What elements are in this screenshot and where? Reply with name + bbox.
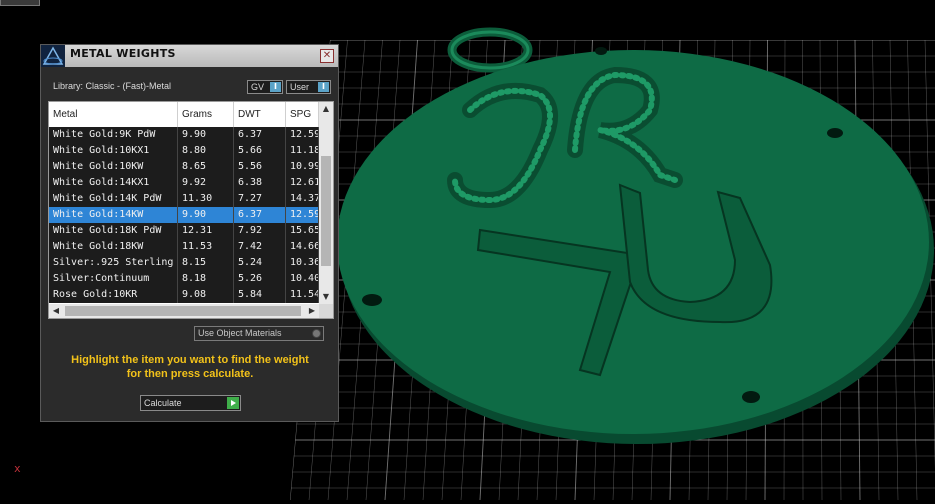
user-toggle-indicator-icon: I [318, 82, 329, 92]
metal-cell: White Gold:10KX1 [49, 143, 178, 159]
play-arrow-icon [227, 397, 239, 409]
instructions-text: Highlight the item you want to find the … [51, 353, 329, 381]
column-header-dwt[interactable]: DWT [234, 102, 286, 127]
use-object-materials-label: Use Object Materials [198, 328, 282, 338]
spg-cell: 10.36 [286, 255, 319, 271]
use-object-materials-toggle[interactable]: Use Object Materials [194, 326, 324, 341]
dwt-cell: 7.92 [234, 223, 286, 239]
grams-cell: 8.18 [178, 271, 234, 287]
table-row[interactable]: Rose Gold:10KR 9.08 5.84 11.54 [49, 287, 319, 303]
grams-cell: 8.65 [178, 159, 234, 175]
instructions-line-1: Highlight the item you want to find the … [71, 354, 309, 366]
metal-weights-panel: METAL WEIGHTS ✕ Library: Classic - (Fast… [40, 44, 339, 422]
metal-cell: White Gold:10KW [49, 159, 178, 175]
scroll-down-icon[interactable]: ▼ [319, 290, 333, 304]
table-row[interactable]: Silver:.925 Sterling 8.15 5.24 10.36 [49, 255, 319, 271]
vertical-scrollbar[interactable]: ▲ ▼ [319, 102, 333, 304]
metal-cell: White Gold:18KW [49, 239, 178, 255]
spg-cell: 12.59 [286, 127, 319, 143]
dwt-cell: 5.24 [234, 255, 286, 271]
dwt-cell: 5.26 [234, 271, 286, 287]
metal-cell: White Gold:14KW [49, 207, 178, 223]
grams-cell: 9.90 [178, 207, 234, 223]
scroll-right-icon[interactable]: ▶ [305, 304, 319, 318]
grams-cell: 8.80 [178, 143, 234, 159]
panel-title: METAL WEIGHTS [70, 47, 176, 60]
metal-cell: White Gold:14KX1 [49, 175, 178, 191]
grams-cell: 9.90 [178, 127, 234, 143]
column-header-metal[interactable]: Metal [49, 102, 178, 127]
calculate-label: Calculate [144, 398, 182, 408]
dwt-cell: 6.38 [234, 175, 286, 191]
table-body: White Gold:9K PdW 9.90 6.37 12.59 White Gold… [49, 127, 319, 303]
instructions-line-2: for then press calculate. [126, 368, 254, 380]
grams-cell: 9.92 [178, 175, 234, 191]
metal-table[interactable]: Metal Grams DWT SPG White Gold:9K PdW 9.9… [48, 101, 334, 319]
grams-cell: 12.31 [178, 223, 234, 239]
spg-cell: 10.99 [286, 159, 319, 175]
metal-cell: White Gold:14K PdW [49, 191, 178, 207]
spg-cell: 11.54 [286, 287, 319, 303]
metal-cell: Silver:.925 Sterling [49, 255, 178, 271]
toggle-dot-icon [312, 329, 321, 338]
table-row[interactable]: White Gold:10KW 8.65 5.56 10.99 [49, 159, 319, 175]
grams-cell: 11.53 [178, 239, 234, 255]
grams-cell: 9.08 [178, 287, 234, 303]
spg-cell: 11.18 [286, 143, 319, 159]
scrollbar-corner [319, 304, 333, 318]
pendant-model[interactable] [337, 27, 934, 444]
table-row[interactable]: White Gold:9K PdW 9.90 6.37 12.59 [49, 127, 319, 143]
grams-cell: 8.15 [178, 255, 234, 271]
gv-toggle-indicator-icon: I [270, 82, 281, 92]
library-label: Library: Classic - (Fast)-Metal [53, 81, 172, 91]
dwt-cell: 5.56 [234, 159, 286, 175]
dwt-cell: 6.37 [234, 207, 286, 223]
gv-toggle[interactable]: GV I [247, 80, 283, 94]
metal-cell: White Gold:9K PdW [49, 127, 178, 143]
grams-cell: 11.30 [178, 191, 234, 207]
scroll-left-icon[interactable]: ◀ [49, 304, 63, 318]
scroll-thumb[interactable] [321, 156, 331, 266]
table-header: Metal Grams DWT SPG [49, 102, 319, 127]
metal-cell: Silver:Continuum [49, 271, 178, 287]
spg-cell: 12.59 [286, 207, 319, 223]
dwt-cell: 5.66 [234, 143, 286, 159]
dwt-cell: 7.42 [234, 239, 286, 255]
axis-indicator: x [14, 462, 21, 475]
column-header-spg[interactable]: SPG [286, 102, 319, 127]
dwt-cell: 7.27 [234, 191, 286, 207]
user-toggle[interactable]: User I [286, 80, 331, 94]
table-row[interactable]: White Gold:14KW 9.90 6.37 12.59 [49, 207, 319, 223]
table-row[interactable]: White Gold:18K PdW 12.31 7.92 15.65 [49, 223, 319, 239]
spg-cell: 10.40 [286, 271, 319, 287]
metal-cell: White Gold:18K PdW [49, 223, 178, 239]
column-header-grams[interactable]: Grams [178, 102, 234, 127]
table-row[interactable]: Silver:Continuum 8.18 5.26 10.40 [49, 271, 319, 287]
calculate-button[interactable]: Calculate [140, 395, 241, 411]
close-icon[interactable]: ✕ [320, 49, 334, 63]
spg-cell: 14.66 [286, 239, 319, 255]
table-row[interactable]: White Gold:14K PdW 11.30 7.27 14.37 [49, 191, 319, 207]
table-row[interactable]: White Gold:10KX1 8.80 5.66 11.18 [49, 143, 319, 159]
dwt-cell: 5.84 [234, 287, 286, 303]
dwt-cell: 6.37 [234, 127, 286, 143]
table-row[interactable]: White Gold:14KX1 9.92 6.38 12.61 [49, 175, 319, 191]
panel-titlebar[interactable]: METAL WEIGHTS ✕ [41, 45, 338, 67]
table-row[interactable]: White Gold:18KW 11.53 7.42 14.66 [49, 239, 319, 255]
metal-cell: Rose Gold:10KR [49, 287, 178, 303]
horizontal-scrollbar[interactable]: ◀ ▶ [49, 304, 319, 318]
app-logo-icon [41, 45, 65, 67]
user-toggle-label: User [290, 82, 310, 92]
spg-cell: 12.61 [286, 175, 319, 191]
gv-toggle-label: GV [251, 82, 265, 92]
viewport-corner-widget [0, 0, 40, 6]
hscroll-thumb[interactable] [65, 306, 301, 316]
spg-cell: 14.37 [286, 191, 319, 207]
scroll-up-icon[interactable]: ▲ [319, 102, 333, 116]
spg-cell: 15.65 [286, 223, 319, 239]
